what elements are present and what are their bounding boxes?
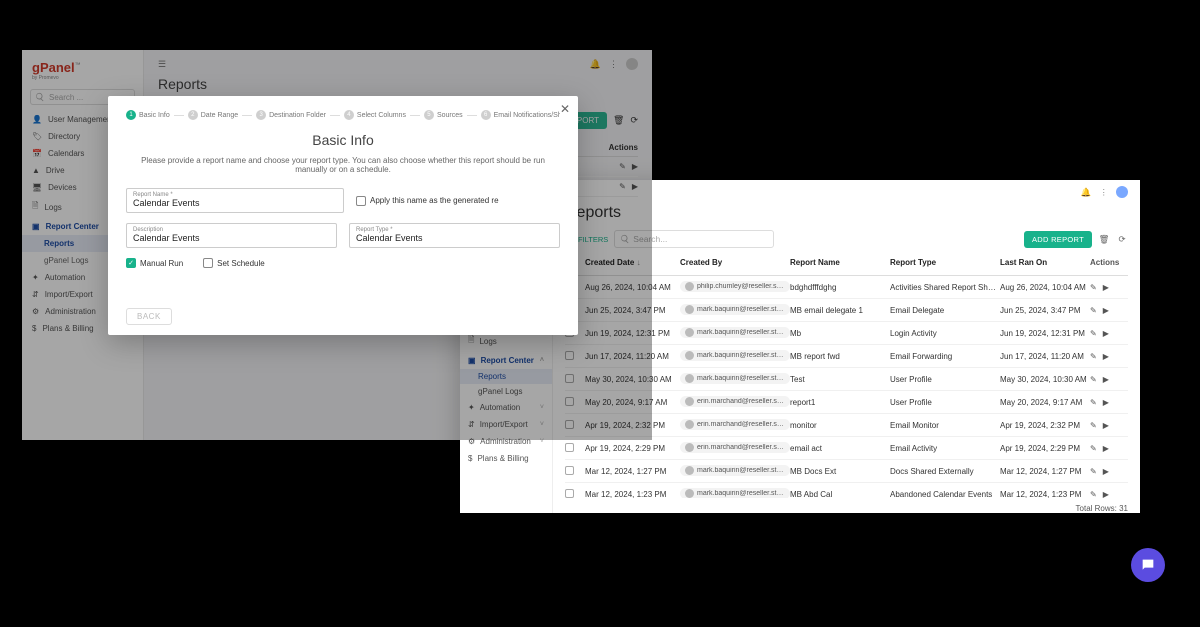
- avatar-icon: [685, 443, 694, 452]
- edit-icon[interactable]: ✎: [1090, 490, 1097, 499]
- run-icon[interactable]: ▶: [1103, 306, 1109, 315]
- close-icon[interactable]: ✕: [560, 102, 570, 116]
- avatar-icon: [685, 489, 694, 498]
- run-icon[interactable]: ▶: [1103, 467, 1109, 476]
- edit-icon[interactable]: ✎: [1090, 306, 1097, 315]
- wizard-stepper: 1Basic Info 2Date Range 3Destination Folde…: [126, 110, 560, 120]
- avatar-icon: [685, 420, 694, 429]
- basic-info-modal: ✕ 1Basic Info 2Date Range 3Destination Fol…: [108, 96, 578, 335]
- refresh-icon[interactable]: ⟳: [1116, 233, 1128, 245]
- edit-icon[interactable]: ✎: [1090, 444, 1097, 453]
- kebab-icon[interactable]: ⋮: [1100, 187, 1109, 198]
- user-chip[interactable]: mark.baquirin@reseller.standar...: [680, 488, 790, 498]
- edit-icon[interactable]: ✎: [1090, 467, 1097, 476]
- step-6[interactable]: 6Email Notifications/Share: [481, 110, 560, 120]
- edit-icon[interactable]: ✎: [1090, 283, 1097, 292]
- run-icon[interactable]: ▶: [1103, 375, 1109, 384]
- user-chip[interactable]: erin.marchand@reseller.standar...: [680, 396, 790, 407]
- user-chip[interactable]: mark.baquirin@reseller.standar...: [680, 304, 790, 315]
- user-chip[interactable]: mark.baquirin@reseller.standar...: [680, 350, 790, 361]
- step-3[interactable]: 3Destination Folder: [256, 110, 326, 120]
- user-chip[interactable]: mark.baquirin@reseller.standar...: [680, 373, 790, 384]
- apply-name-checkbox[interactable]: Apply this name as the generated re: [356, 188, 560, 213]
- run-icon[interactable]: ▶: [1103, 398, 1109, 407]
- edit-icon[interactable]: ✎: [1090, 329, 1097, 338]
- edit-icon[interactable]: ✎: [1090, 398, 1097, 407]
- set-schedule-checkbox[interactable]: Set Schedule: [203, 258, 265, 268]
- manual-run-checkbox[interactable]: ✓Manual Run: [126, 258, 183, 268]
- avatar-icon: [685, 374, 694, 383]
- avatar-icon: [685, 282, 694, 291]
- description-field[interactable]: Description Calendar Events: [126, 223, 337, 248]
- user-chip[interactable]: philip.chumley@reseller.standa...: [680, 281, 790, 292]
- run-icon[interactable]: ▶: [1103, 490, 1109, 499]
- avatar-icon: [685, 397, 694, 406]
- chat-bubble[interactable]: [1131, 548, 1165, 582]
- run-icon[interactable]: ▶: [1103, 329, 1109, 338]
- table-row[interactable]: Apr 19, 2024, 2:29 PMerin.marchand@resel…: [565, 437, 1128, 460]
- modal-lead: Please provide a report name and choose …: [126, 156, 560, 174]
- avatar-icon: [685, 305, 694, 314]
- report-type-field[interactable]: Report Type * Calendar Events: [349, 223, 560, 248]
- avatar-icon: [685, 328, 694, 337]
- table-row[interactable]: Mar 12, 2024, 1:23 PMmark.baquirin@resel…: [565, 483, 1128, 498]
- edit-icon[interactable]: ✎: [1090, 352, 1097, 361]
- trash-icon[interactable]: 🗑: [1098, 233, 1110, 245]
- edit-icon[interactable]: ✎: [1090, 421, 1097, 430]
- avatar-icon: [685, 351, 694, 360]
- add-report-button[interactable]: ADD REPORT: [1024, 231, 1092, 248]
- row-checkbox[interactable]: [565, 443, 574, 452]
- sidebar-item-plans-billing[interactable]: $Plans & Billing: [460, 450, 552, 467]
- step-1[interactable]: 1Basic Info: [126, 110, 170, 120]
- edit-icon[interactable]: ✎: [1090, 375, 1097, 384]
- run-icon[interactable]: ▶: [1103, 283, 1109, 292]
- total-rows: Total Rows: 31: [553, 498, 1140, 513]
- avatar[interactable]: [1116, 186, 1128, 198]
- user-chip[interactable]: erin.marchand@reseller.standar...: [680, 442, 790, 453]
- step-5[interactable]: 5Sources: [424, 110, 463, 120]
- nav-icon: $: [468, 454, 472, 463]
- back-button[interactable]: BACK: [126, 308, 172, 325]
- step-4[interactable]: 4Select Columns: [344, 110, 406, 120]
- chat-icon: [1140, 557, 1156, 573]
- run-icon[interactable]: ▶: [1103, 444, 1109, 453]
- avatar-icon: [685, 466, 694, 475]
- user-chip[interactable]: erin.marchand@reseller.standar...: [680, 419, 790, 430]
- bell-icon[interactable]: 🔔: [1081, 187, 1092, 198]
- modal-title: Basic Info: [126, 132, 560, 148]
- step-2[interactable]: 2Date Range: [188, 110, 238, 120]
- user-chip[interactable]: mark.baquirin@reseller.standar...: [680, 327, 790, 338]
- row-checkbox[interactable]: [565, 466, 574, 475]
- row-checkbox[interactable]: [565, 489, 574, 498]
- run-icon[interactable]: ▶: [1103, 421, 1109, 430]
- table-row[interactable]: Mar 12, 2024, 1:27 PMmark.baquirin@resel…: [565, 460, 1128, 483]
- user-chip[interactable]: mark.baquirin@reseller.standar...: [680, 465, 790, 476]
- report-name-field[interactable]: Report Name * Calendar Events: [126, 188, 344, 213]
- run-icon[interactable]: ▶: [1103, 352, 1109, 361]
